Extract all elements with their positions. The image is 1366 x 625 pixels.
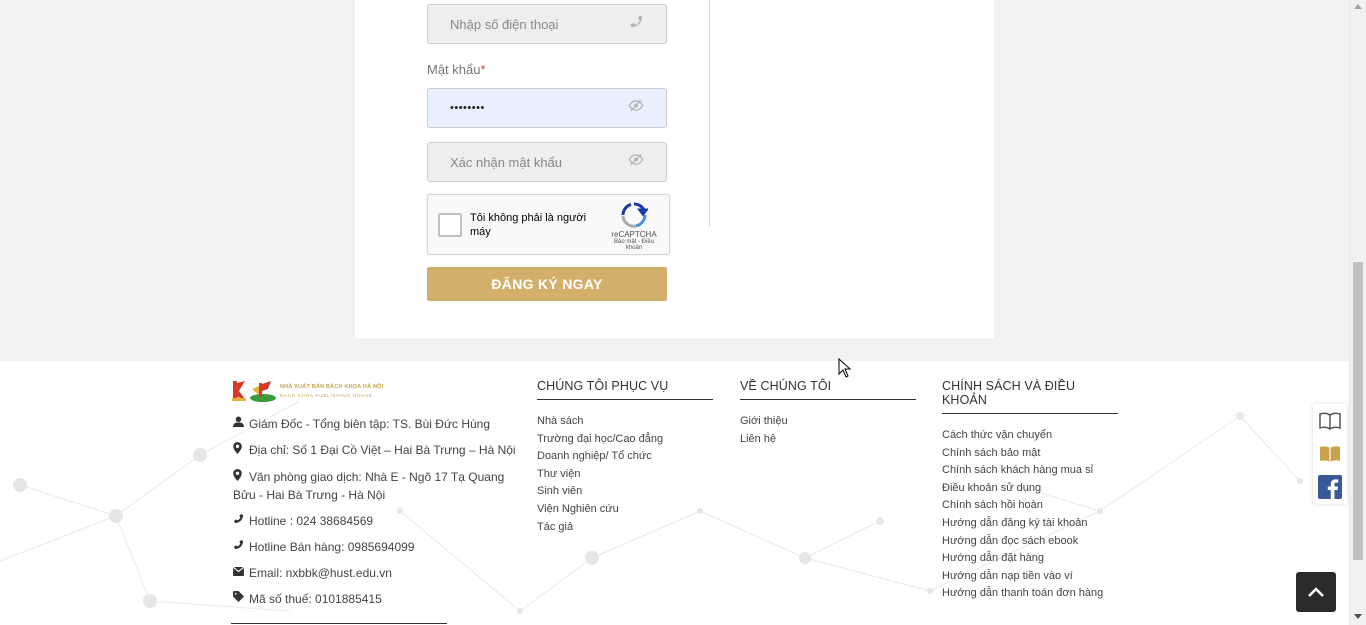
footer-column-services: CHÚNG TÔI PHỤC VỤ Nhà sách Trường đại họ… (537, 379, 713, 536)
recaptcha-icon (621, 202, 648, 228)
footer-link[interactable]: Thư viện (537, 466, 713, 484)
footer-link[interactable]: Hướng dẫn đăng ký tài khoản (942, 515, 1118, 533)
sales-hotline-row: Hotline Bán hàng: 0985694099 (233, 539, 518, 556)
mouse-cursor-icon (838, 358, 852, 378)
footer-column-policies: CHÍNH SÁCH VÀ ĐIỀU KHOẢN Cách thức vận c… (942, 379, 1118, 603)
hotline-text: Hotline : 024 38684569 (249, 514, 374, 528)
password-label-text: Mật khẩu (427, 62, 481, 77)
footer-link[interactable]: Chính sách bảo mật (942, 445, 1118, 463)
password-field[interactable]: •••••••• (427, 88, 667, 128)
recaptcha-brand: reCAPTCHA (611, 230, 657, 239)
footer-link[interactable]: Liên hệ (740, 431, 916, 449)
publisher-name: NHÀ XUẤT BẢN BÁCH KHOA HÀ NỘI (280, 384, 384, 390)
envelope-icon (232, 565, 249, 582)
back-to-top-button[interactable] (1296, 572, 1336, 612)
hotline-row: Hotline : 024 38684569 (233, 513, 518, 530)
column-title: CHÍNH SÁCH VÀ ĐIỀU KHOẢN (942, 379, 1118, 414)
contact-info: Giám Đốc - Tổng biên tập: TS. Bùi Đức Hù… (232, 416, 518, 617)
recaptcha-terms[interactable]: Bảo mật - Điều khoản (609, 239, 659, 251)
eye-slash-icon[interactable] (628, 99, 644, 118)
tax-row: Mã số thuế: 0101885415 (233, 591, 518, 608)
footer-link[interactable]: Doanh nghiệp/ Tổ chức (537, 448, 713, 466)
confirm-placeholder: Xác nhận mật khẩu (450, 154, 563, 170)
tax-text: Mã số thuế: 0101885415 (249, 592, 382, 606)
address-row: Địa chỉ: Số 1 Đại Cồ Việt – Hai Bà Trưng… (233, 442, 518, 460)
director-row: Giám Đốc - Tổng biên tập: TS. Bùi Đức Hù… (233, 416, 518, 433)
scroll-down-arrow[interactable] (1354, 614, 1362, 619)
footer-link[interactable]: Giới thiệu (740, 413, 916, 431)
recaptcha-logo: reCAPTCHA Bảo mật - Điều khoản (609, 201, 659, 251)
address-text: Địa chỉ: Số 1 Đại Cồ Việt – Hai Bà Trưng… (249, 443, 516, 457)
footer-link[interactable]: Hướng dẫn nạp tiền vào ví (942, 568, 1118, 586)
register-now-button[interactable]: ĐĂNG KÝ NGAY (427, 267, 667, 301)
open-book-button[interactable] (1313, 404, 1347, 437)
footer-link[interactable]: Nhà sách (537, 413, 713, 431)
footer-bottom-line (231, 623, 447, 624)
phone-volume-icon (233, 539, 249, 556)
footer-link[interactable]: Chính sách khách hàng mua sỉ (942, 462, 1118, 480)
facebook-button[interactable] (1313, 470, 1347, 503)
publisher-logo-text: NHÀ XUẤT BẢN BÁCH KHOA HÀ NỘI BACH KHOA … (280, 384, 383, 398)
eye-slash-icon[interactable] (628, 153, 644, 172)
facebook-icon (1318, 474, 1342, 499)
column-title: VỀ CHÚNG TÔI (740, 379, 916, 400)
footer-column-about: VỀ CHÚNG TÔI Giới thiệu Liên hệ (740, 379, 916, 448)
publisher-name-en: BACH KHOA PUBLISHING HOUSE (280, 393, 373, 398)
vertical-scrollbar[interactable] (1349, 0, 1366, 625)
open-book-icon (1319, 412, 1341, 430)
scrollbar-thumb[interactable] (1353, 262, 1363, 560)
phone-icon (629, 14, 644, 34)
office-row: Văn phòng giao dịch: Nhà E - Ngõ 17 Tạ Q… (233, 469, 518, 504)
column-divider (709, 0, 710, 227)
footer-link[interactable]: Cách thức vận chuyển (942, 427, 1118, 445)
footer-link[interactable]: Điều khoản sử dụng (942, 480, 1118, 498)
footer-link[interactable]: Hướng dẫn đọc sách ebook (942, 533, 1118, 551)
tag-icon (233, 591, 249, 608)
map-marker-icon (233, 469, 249, 487)
footer-link[interactable]: Sinh viên (537, 483, 713, 501)
map-marker-icon (233, 442, 249, 460)
director-text: Giám Đốc - Tổng biên tập: TS. Bùi Đức Hù… (249, 417, 491, 431)
footer-link[interactable]: Hướng dẫn đặt hàng (942, 550, 1118, 568)
confirm-password-field[interactable]: Xác nhận mật khẩu (427, 142, 667, 182)
ebook-button[interactable] (1313, 437, 1347, 470)
floating-side-buttons (1313, 404, 1347, 504)
sales-hotline-text: Hotline Bán hàng: 0985694099 (249, 540, 415, 554)
recaptcha-label: Tôi không phải là người máy (470, 212, 587, 238)
office-text: Văn phòng giao dịch: Nhà E - Ngõ 17 Tạ Q… (233, 470, 505, 502)
column-title: CHÚNG TÔI PHỤC VỤ (537, 379, 713, 400)
chevron-up-icon (1308, 587, 1324, 597)
password-label: Mật khẩu* (427, 62, 486, 77)
user-icon (233, 416, 249, 433)
footer: NHÀ XUẤT BẢN BÁCH KHOA HÀ NỘI BACH KHOA … (0, 361, 1349, 625)
email-text: Email: nxbbk@hust.edu.vn (249, 566, 392, 580)
book-icon (1320, 445, 1340, 462)
phone-volume-icon (233, 513, 249, 530)
password-value: •••••••• (450, 102, 485, 114)
scroll-up-arrow[interactable] (1354, 4, 1362, 9)
footer-link[interactable]: Hướng dẫn thanh toán đơn hàng (942, 585, 1118, 603)
recaptcha-checkbox[interactable] (438, 213, 462, 237)
email-row: Email: nxbbk@hust.edu.vn (232, 565, 518, 582)
footer-link[interactable]: Viện Nghiên cứu (537, 501, 713, 519)
recaptcha-widget: Tôi không phải là người máy reCAPTCHA Bả… (427, 194, 670, 255)
footer-link[interactable]: Tác giả (537, 519, 713, 537)
phone-placeholder: Nhập số điện thoại (450, 16, 559, 32)
footer-link[interactable]: Trường đại học/Cao đẳng (537, 431, 713, 449)
publisher-logo[interactable]: NHÀ XUẤT BẢN BÁCH KHOA HÀ NỘI BACH KHOA … (232, 379, 383, 403)
page: Nhập số điện thoại Mật khẩu* •••••••• Xá… (0, 0, 1349, 625)
register-card: Nhập số điện thoại Mật khẩu* •••••••• Xá… (355, 0, 994, 338)
required-mark: * (480, 62, 486, 77)
footer-link[interactable]: Chính sách hồi hoàn (942, 497, 1118, 515)
publisher-logo-mark (232, 379, 278, 403)
phone-field[interactable]: Nhập số điện thoại (427, 4, 667, 44)
